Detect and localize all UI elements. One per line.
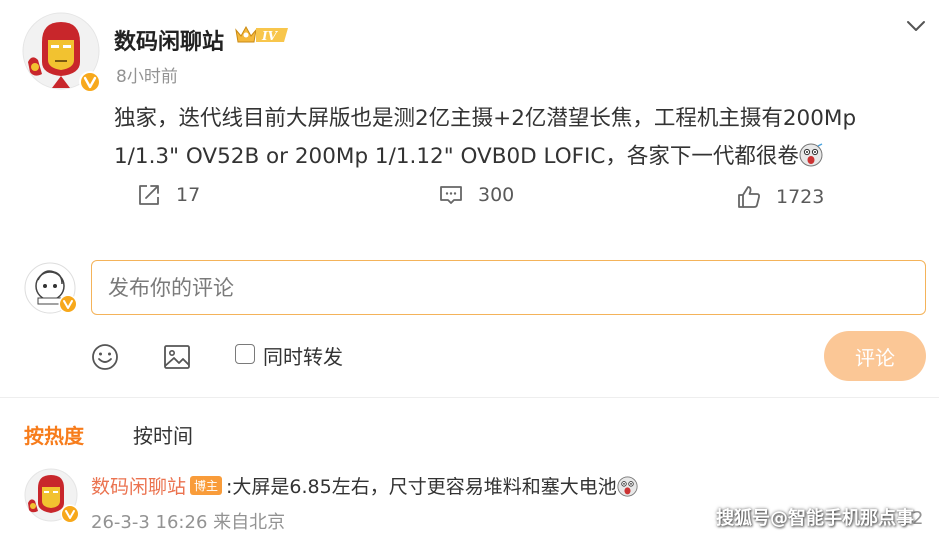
comment-author-name[interactable]: 数码闲聊站 (91, 476, 186, 498)
chevron-down-icon[interactable] (904, 14, 928, 38)
comment-icon (440, 186, 462, 204)
comment-count: 300 (478, 184, 515, 206)
post-time: 8小时前 (116, 67, 178, 87)
like-button[interactable]: 1723 (736, 184, 824, 210)
sort-by-hot-tab[interactable]: 按热度 (24, 420, 84, 449)
vip-level-text: IV (261, 29, 279, 43)
shocked-emoji-icon (799, 143, 823, 167)
verified-badge-icon (79, 71, 101, 93)
repost-button[interactable]: 17 (136, 182, 200, 208)
comment-item: 数码闲聊站 博主:大屏是6.85左右，尺寸更容易堆料和塞大电池 (91, 472, 638, 499)
comment-text: :大屏是6.85左右，尺寸更容易堆料和塞大电池 (226, 476, 617, 498)
like-icon (738, 186, 760, 208)
emoji-icon[interactable] (90, 342, 120, 372)
image-icon[interactable] (162, 342, 192, 372)
author-name[interactable]: 数码闲聊站 (114, 24, 224, 56)
comment-meta: 26-3-3 16:26 来自北京 (91, 512, 286, 533)
shocked-emoji-icon (617, 476, 638, 497)
repost-checkbox[interactable] (235, 344, 255, 364)
comment-input[interactable] (91, 260, 926, 315)
verified-badge-icon (60, 504, 80, 524)
like-count: 1723 (776, 186, 825, 208)
repost-icon (139, 185, 159, 205)
sort-by-time-tab[interactable]: 按时间 (133, 420, 193, 449)
repost-checkbox-label[interactable]: 同时转发 (263, 341, 343, 370)
post-text: 独家，迭代线目前大屏版也是测2亿主摄+2亿潜望长焦，工程机主摄有200Mp 1/… (114, 100, 904, 176)
post-actions: 17 300 1723 (0, 182, 939, 218)
host-badge: 博主 (190, 476, 223, 495)
watermark: 搜狐号@智能手机那点事 (716, 508, 914, 529)
post-text-body: 独家，迭代线目前大屏版也是测2亿主摄+2亿潜望长焦，工程机主摄有200Mp 1/… (114, 106, 857, 169)
comment-button[interactable]: 300 (438, 182, 514, 208)
divider (0, 397, 939, 398)
submit-comment-button[interactable]: 评论 (824, 331, 926, 381)
verified-badge-icon (58, 294, 78, 314)
vip-crown-icon[interactable]: IV (234, 22, 292, 48)
repost-count: 17 (176, 184, 201, 206)
